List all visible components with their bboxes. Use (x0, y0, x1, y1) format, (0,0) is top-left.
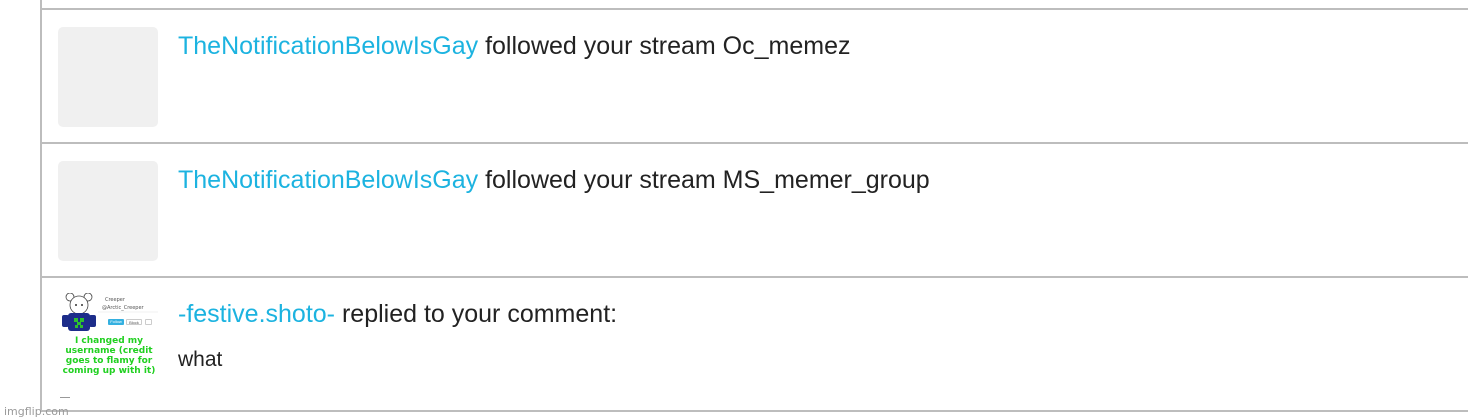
divider (40, 410, 1468, 412)
notification-action: followed your stream MS_memer_group (478, 166, 930, 194)
username-link[interactable]: -festive.shoto- (178, 300, 335, 328)
avatar-thumbnail[interactable]: Creeper @Arctic_Creeper Follow Block I c… (58, 293, 160, 403)
thumbnail-follow-button: Follow (108, 319, 124, 325)
thumbnail-caption: I changed my username (credit goes to fl… (62, 336, 156, 376)
avatar[interactable] (58, 161, 158, 261)
thumbnail-block-button: Block (126, 319, 142, 325)
username-link[interactable]: TheNotificationBelowIsGay (178, 32, 478, 60)
notification-item[interactable]: TheNotificationBelowIsGay followed your … (42, 144, 1468, 276)
avatar[interactable] (58, 27, 158, 127)
notification-text: TheNotificationBelowIsGay followed your … (178, 166, 930, 195)
thumbnail-name: Creeper (105, 297, 125, 303)
notification-action: replied to your comment: (335, 300, 618, 328)
notification-text: TheNotificationBelowIsGay followed your … (178, 32, 851, 61)
notification-item[interactable]: Creeper @Arctic_Creeper Follow Block I c… (42, 278, 1468, 410)
reply-text: what (178, 348, 223, 371)
notification-item[interactable]: TheNotificationBelowIsGay followed your … (42, 10, 1468, 142)
username-link[interactable]: TheNotificationBelowIsGay (178, 166, 478, 194)
watermark: imgflip.com (4, 405, 69, 418)
thumbnail-handle: @Arctic_Creeper (102, 305, 144, 311)
notification-text: -festive.shoto- replied to your comment: (178, 300, 617, 329)
notification-action: followed your stream Oc_memez (478, 32, 851, 60)
thumbnail-more-icon (145, 319, 152, 325)
